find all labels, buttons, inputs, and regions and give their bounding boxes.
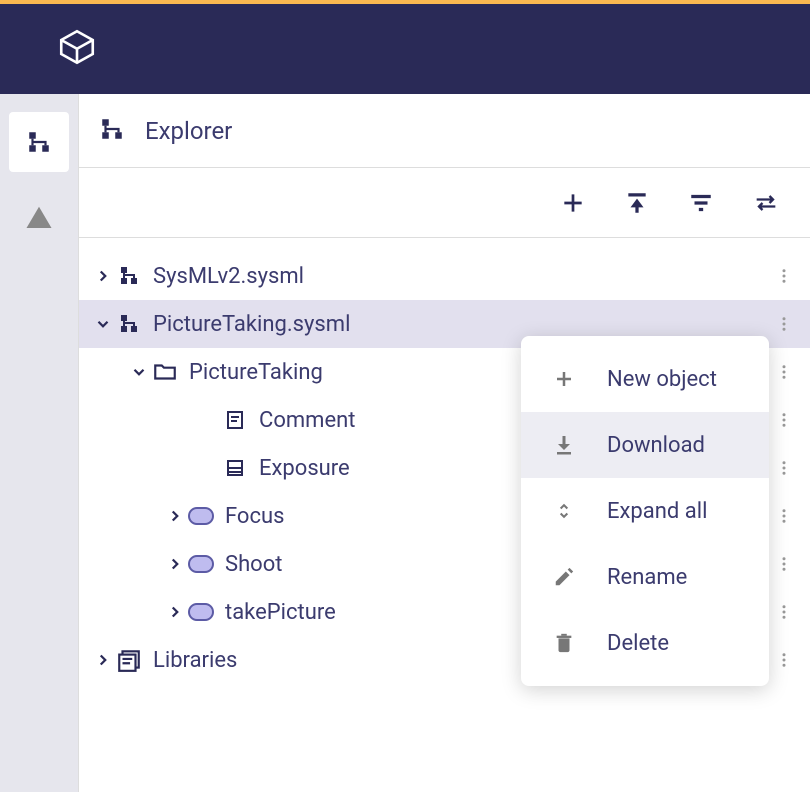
- pill-icon: [187, 598, 215, 626]
- plus-icon: [551, 366, 577, 392]
- pill-icon: [187, 550, 215, 578]
- context-menu: New object Download: [521, 336, 769, 686]
- rail-tab-warnings[interactable]: [9, 188, 69, 248]
- more-icon[interactable]: [768, 260, 800, 292]
- menu-item-expand-all[interactable]: Expand all: [521, 478, 769, 544]
- chevron-down-icon[interactable]: [127, 360, 151, 384]
- trash-icon: [551, 630, 577, 656]
- menu-item-delete[interactable]: Delete: [521, 610, 769, 676]
- chevron-right-icon[interactable]: [91, 264, 115, 288]
- more-icon[interactable]: [768, 452, 800, 484]
- more-icon[interactable]: [768, 596, 800, 628]
- main-container: Explorer: [0, 94, 810, 792]
- hierarchy-icon: [99, 116, 125, 146]
- chevron-right-icon[interactable]: [163, 600, 187, 624]
- menu-item-new-object[interactable]: New object: [521, 346, 769, 412]
- menu-label: Download: [607, 433, 705, 458]
- swap-button[interactable]: [752, 189, 780, 217]
- more-icon[interactable]: [768, 404, 800, 436]
- expand-icon: [551, 498, 577, 524]
- upload-button[interactable]: [624, 190, 650, 216]
- rows-icon: [221, 454, 249, 482]
- tree: SysMLv2.sysml Pictur: [79, 238, 810, 684]
- menu-label: Rename: [607, 565, 687, 590]
- rail-tab-explorer[interactable]: [9, 112, 69, 172]
- more-icon[interactable]: [768, 500, 800, 532]
- chevron-right-icon[interactable]: [163, 552, 187, 576]
- library-icon: [115, 646, 143, 674]
- document-icon: [221, 406, 249, 434]
- folder-icon: [151, 358, 179, 386]
- explorer-panel: Explorer: [78, 94, 810, 792]
- tree-item-sysmlv2[interactable]: SysMLv2.sysml: [79, 252, 810, 300]
- left-rail: [0, 94, 78, 792]
- menu-label: New object: [607, 367, 717, 392]
- chevron-right-icon[interactable]: [163, 504, 187, 528]
- menu-label: Expand all: [607, 499, 707, 524]
- tree-label: PictureTaking.sysml: [153, 312, 748, 337]
- panel-title: Explorer: [145, 117, 232, 145]
- more-icon[interactable]: [768, 644, 800, 676]
- menu-item-download[interactable]: Download: [521, 412, 769, 478]
- chevron-right-icon[interactable]: [91, 648, 115, 672]
- more-icon[interactable]: [768, 308, 800, 340]
- hierarchy-icon: [115, 262, 143, 290]
- menu-label: Delete: [607, 631, 669, 656]
- filter-button[interactable]: [688, 190, 714, 216]
- app-header: [0, 4, 810, 94]
- more-icon[interactable]: [768, 356, 800, 388]
- logo-icon: [56, 26, 98, 72]
- hierarchy-icon: [115, 310, 143, 338]
- panel-header: Explorer: [79, 94, 810, 168]
- toolbar: [79, 168, 810, 238]
- pill-icon: [187, 502, 215, 530]
- more-icon[interactable]: [768, 548, 800, 580]
- menu-item-rename[interactable]: Rename: [521, 544, 769, 610]
- tree-label: SysMLv2.sysml: [153, 264, 748, 289]
- pencil-icon: [551, 564, 577, 590]
- download-icon: [551, 432, 577, 458]
- chevron-down-icon[interactable]: [91, 312, 115, 336]
- add-button[interactable]: [560, 190, 586, 216]
